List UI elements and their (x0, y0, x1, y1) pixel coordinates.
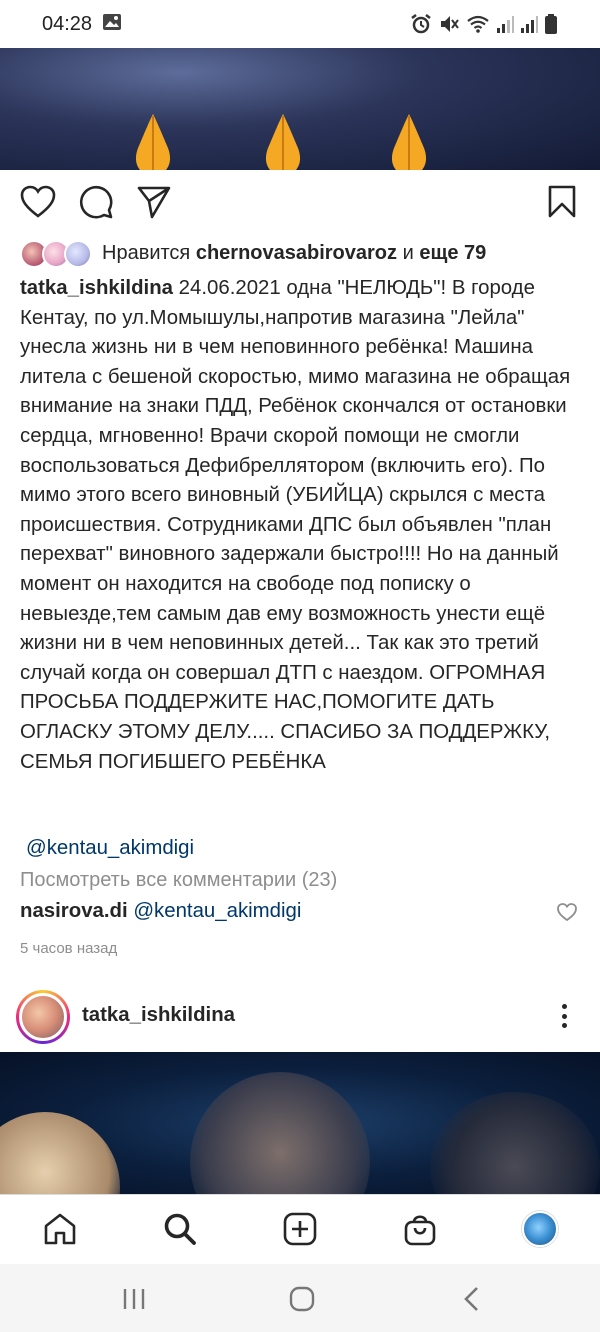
nav-shop[interactable] (400, 1209, 440, 1249)
likes-prefix: Нравится (102, 241, 191, 264)
next-post-header: tatka_ishkildina (0, 986, 600, 1046)
caption-mention[interactable]: @kentau_akimdigi (26, 834, 194, 864)
comment-text[interactable]: @kentau_akimdigi (133, 900, 301, 922)
more-options-icon[interactable] (552, 1000, 576, 1032)
share-button[interactable] (134, 182, 174, 222)
comment-button[interactable] (76, 182, 116, 222)
signal-icon (520, 14, 538, 34)
likes-and: и (402, 241, 414, 264)
nav-search[interactable] (160, 1209, 200, 1249)
like-button[interactable] (18, 182, 58, 222)
nav-create[interactable] (280, 1209, 320, 1249)
bookmark-icon (548, 185, 576, 218)
praying-hands-emoji (265, 114, 301, 170)
comment-username[interactable]: nasirova.di (20, 900, 128, 922)
likes-summary[interactable]: Нравится chernovasabirovaroz и еще 79 (20, 236, 486, 270)
top-comment: nasirova.di @kentau_akimdigi (20, 900, 301, 923)
post-timestamp: 5 часов назад (20, 940, 118, 957)
praying-hands-emoji (391, 114, 427, 170)
search-icon (164, 1213, 196, 1245)
next-post-username[interactable]: tatka_ishkildina (82, 1004, 235, 1027)
alarm-icon (410, 13, 432, 35)
nav-home[interactable] (40, 1209, 80, 1249)
profile-avatar (522, 1211, 558, 1247)
recent-apps-icon (123, 1289, 145, 1309)
caption-text: 24.06.2021 одна "НЕЛЮДЬ"! В городе Кента… (20, 277, 571, 773)
likes-others[interactable]: еще 79 (419, 242, 486, 264)
home-icon (44, 1213, 76, 1245)
mute-icon (438, 13, 460, 35)
next-post-avatar[interactable] (16, 990, 70, 1044)
caption-username[interactable]: tatka_ishkildina (20, 277, 173, 299)
back-chevron-icon (464, 1287, 478, 1311)
heart-icon (20, 185, 56, 218)
nav-profile[interactable] (520, 1209, 560, 1249)
post-image[interactable] (0, 48, 600, 170)
send-icon (137, 186, 171, 219)
bottom-navigation (0, 1194, 600, 1264)
status-time: 04:28 (42, 12, 93, 35)
signal-icon (496, 14, 514, 34)
home-system-button[interactable] (282, 1284, 322, 1314)
comment-icon (79, 185, 113, 219)
back-button[interactable] (452, 1284, 492, 1314)
next-post-image[interactable] (0, 1052, 600, 1194)
liker-avatars (20, 238, 94, 268)
post-actions (0, 178, 600, 230)
status-bar: 04:28 (0, 0, 600, 48)
system-navigation-bar (0, 1264, 600, 1332)
comment-like-icon[interactable] (556, 901, 578, 923)
praying-hands-emoji (135, 114, 171, 170)
save-button[interactable] (542, 182, 582, 222)
likes-text: Нравится chernovasabirovaroz и еще 79 (102, 242, 486, 265)
home-circle-icon (289, 1286, 315, 1312)
battery-icon (544, 13, 558, 35)
shop-icon (404, 1215, 436, 1246)
gallery-icon (102, 13, 122, 36)
wifi-icon (466, 14, 490, 34)
liker-username[interactable]: chernovasabirovaroz (196, 242, 397, 264)
recent-apps-button[interactable] (114, 1284, 154, 1314)
add-post-icon (283, 1212, 317, 1246)
post-caption: tatka_ishkildina 24.06.2021 одна "НЕЛЮДЬ… (20, 274, 586, 777)
view-all-comments-link[interactable]: Посмотреть все комментарии (23) (20, 869, 337, 892)
avatar (64, 240, 92, 268)
